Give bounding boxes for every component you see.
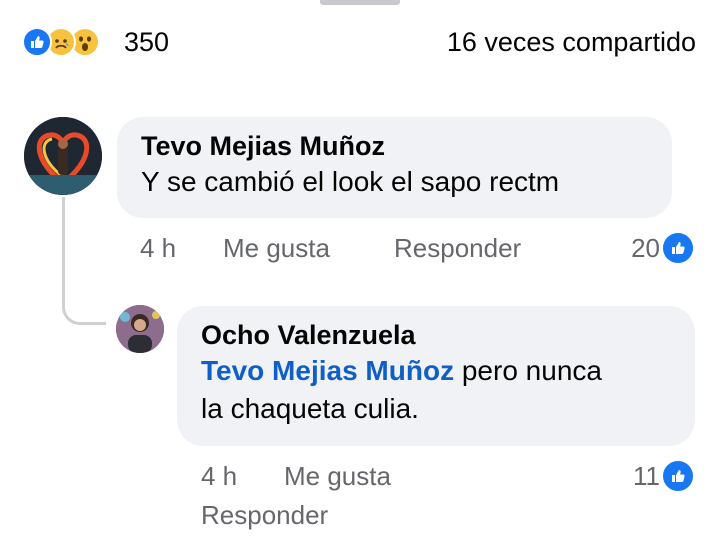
reply-author[interactable]: Ocho Valenzuela (201, 318, 671, 352)
comment-author[interactable]: Tevo Mejias Muñoz (141, 129, 648, 163)
reply-button[interactable]: Responder (394, 231, 521, 265)
avatar[interactable] (24, 117, 102, 195)
reply-text-line-2: la chaqueta culia. (201, 393, 419, 424)
comment-text: Y se cambió el look el sapo rectm (141, 166, 560, 197)
reply-bubble[interactable]: Ocho Valenzuela Tevo Mejias Muñoz pero n… (177, 306, 695, 446)
reply-text: pero nunca (461, 355, 602, 386)
like-button[interactable]: Me gusta (223, 231, 330, 265)
comment-bubble[interactable]: Tevo Mejias Muñoz Y se cambió el look el… (117, 117, 672, 218)
comment-like-count[interactable]: 20 (612, 231, 660, 265)
reply-thread-line (62, 197, 106, 325)
sheet-drag-handle[interactable] (320, 0, 400, 5)
like-icon (661, 459, 695, 493)
reactions-summary[interactable]: 350 16 veces compartido (0, 22, 720, 62)
reply-text-line-1: Tevo Mejias Muñoz pero nunca (201, 352, 671, 390)
reply-like-count[interactable]: 11 (612, 459, 660, 493)
reply-like-button[interactable]: Me gusta (284, 459, 391, 493)
avatar[interactable] (116, 305, 164, 353)
reaction-count[interactable]: 350 (124, 25, 169, 59)
mention-link[interactable]: Tevo Mejias Muñoz (201, 355, 454, 386)
reaction-icons[interactable] (22, 25, 100, 59)
like-icon (22, 27, 52, 57)
reply-time[interactable]: 4 h (201, 459, 237, 493)
like-icon (661, 231, 695, 265)
reply-reply-button[interactable]: Responder (201, 498, 328, 532)
comment-time[interactable]: 4 h (140, 231, 176, 265)
share-count[interactable]: 16 veces compartido (447, 25, 696, 59)
